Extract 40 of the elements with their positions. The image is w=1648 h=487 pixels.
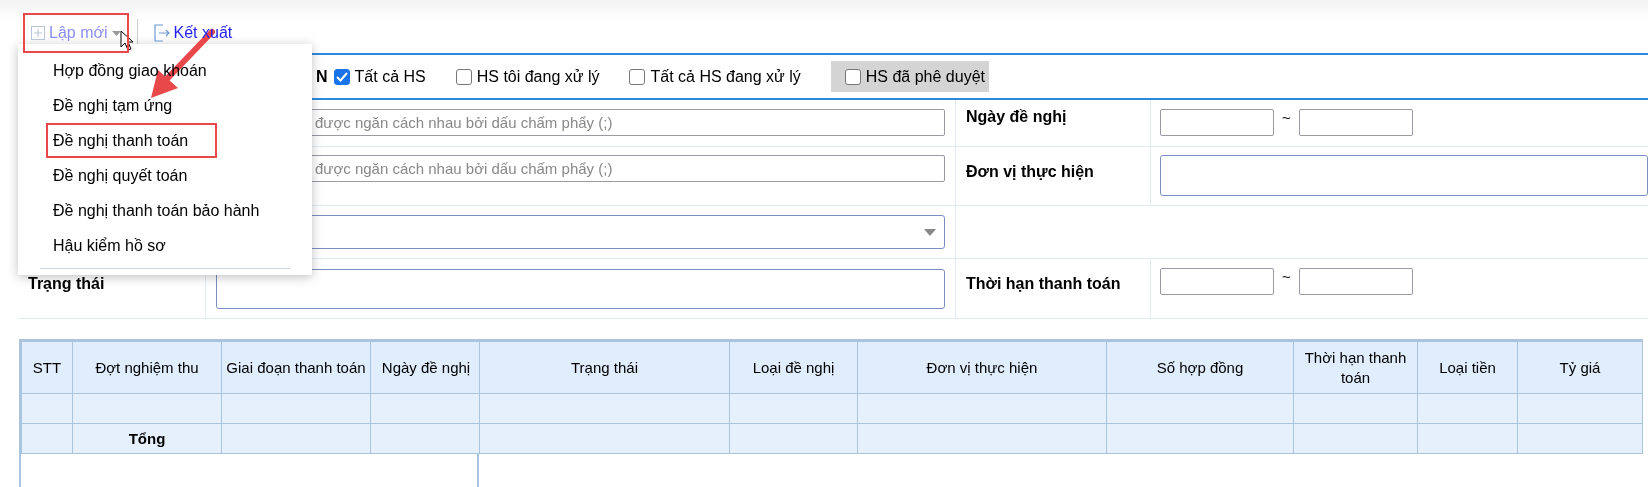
column-header: Thời hạn thanh toán: [1293, 341, 1418, 394]
date-field[interactable]: [1160, 109, 1274, 136]
menu-item[interactable]: Đề nghị thanh toán: [46, 123, 217, 158]
checkbox[interactable]: [844, 68, 861, 85]
total-label: Tổng: [72, 423, 222, 454]
input-field[interactable]: [1160, 155, 1648, 196]
export-icon: [153, 24, 170, 42]
column-header: Loại tiền: [1417, 341, 1518, 394]
caret-icon: [924, 228, 936, 236]
date-field[interactable]: [1298, 109, 1413, 136]
range-separator: ~: [1282, 109, 1291, 126]
field-label: Thời hạn thanh toán: [966, 275, 1121, 293]
column-header: Đơn vị thực hiện: [857, 341, 1107, 394]
column-header: Loại đề nghị: [729, 341, 858, 394]
filter-label: N: [316, 67, 328, 86]
field-label: Trạng thái: [28, 275, 105, 293]
menu-item[interactable]: Hậu kiểm hồ sơ: [26, 228, 304, 263]
column-header: Số hợp đồng: [1106, 341, 1294, 394]
field-label: Ngày đề nghị: [966, 108, 1067, 126]
input-field[interactable]: [216, 269, 945, 309]
checkbox-option[interactable]: HS đã phê duyệt: [830, 61, 989, 92]
checkbox-option[interactable]: HS tôi đang xử lý: [455, 61, 604, 92]
caret-icon: [111, 30, 121, 36]
column-header: STT: [21, 341, 73, 394]
date-field[interactable]: [1298, 268, 1413, 295]
field-label: Đơn vị thực hiện: [966, 163, 1094, 181]
range-separator: ~: [1282, 268, 1291, 285]
column-header: Ngày đề nghị: [370, 341, 482, 394]
date-field[interactable]: [1160, 268, 1274, 295]
checkbox[interactable]: [455, 68, 472, 85]
menu-item[interactable]: Đề nghị thanh toán bảo hành: [26, 193, 304, 228]
checkbox-option[interactable]: Tất cả HS đang xử lý: [629, 61, 805, 92]
column-header: Trạng thái: [479, 341, 730, 394]
column-header: Giai đoạn thanh toán: [221, 341, 371, 394]
checkbox[interactable]: [333, 68, 350, 85]
checkbox-option[interactable]: Tất cả HS: [333, 61, 430, 92]
plus-icon: [31, 26, 45, 40]
column-header: Đợt nghiệm thu: [72, 341, 222, 394]
checkbox[interactable]: [629, 68, 646, 85]
column-header: Tỷ giá: [1517, 341, 1643, 394]
